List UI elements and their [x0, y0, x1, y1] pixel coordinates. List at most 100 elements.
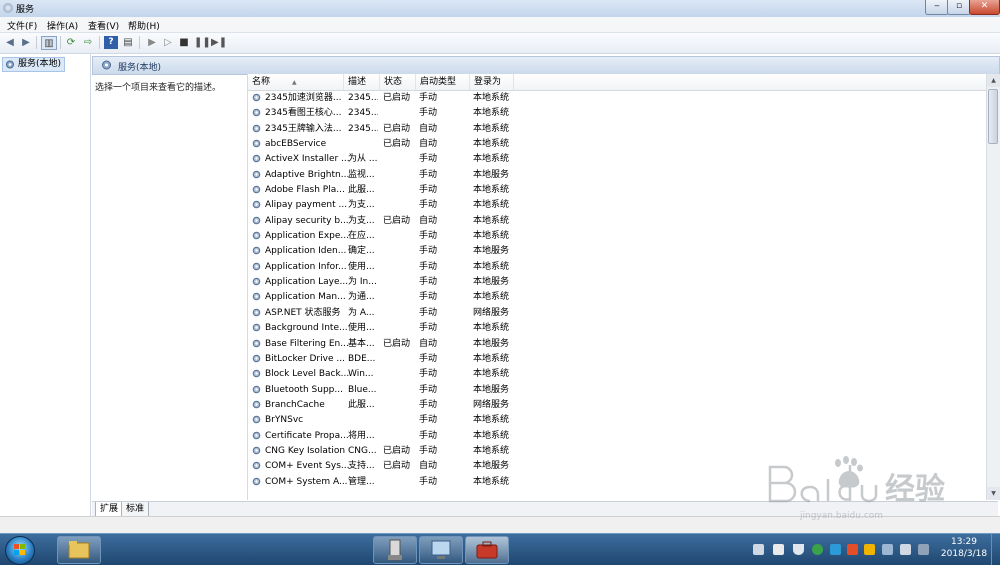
gear-icon — [252, 216, 261, 225]
table-row[interactable]: BrYNSvc 手动 本地系统 — [248, 413, 987, 428]
service-logon-as: 本地系统 — [473, 369, 510, 380]
forward-arrow-icon[interactable]: ▶ — [19, 36, 33, 49]
show-hide-tree-icon[interactable]: ▥ — [41, 36, 57, 50]
service-desc: 为支... — [348, 215, 375, 226]
back-arrow-icon[interactable]: ◀ — [3, 36, 17, 49]
restart-service-icon[interactable]: ▶❚ — [211, 36, 227, 49]
scroll-thumb[interactable] — [988, 89, 998, 144]
tab-standard[interactable]: 标准 — [121, 502, 150, 517]
table-row[interactable]: Alipay security b... 为支... 已启动 自动 本地系统 — [248, 214, 987, 229]
table-row[interactable]: Base Filtering En... 基本... 已启动 自动 本地服务 — [248, 337, 987, 352]
table-row[interactable]: Block Level Back... Win... 手动 本地系统 — [248, 367, 987, 382]
system-clock[interactable]: 13:29 2018/3/18 — [938, 536, 990, 560]
scroll-down-arrow-icon[interactable]: ▼ — [987, 487, 1000, 500]
menu-view[interactable]: 查看(V) — [88, 19, 119, 32]
table-row[interactable]: Application Iden... 确定... 手动 本地服务 — [248, 244, 987, 259]
service-startup-type: 手动 — [419, 292, 438, 303]
maximize-button[interactable]: ▫ — [947, 0, 971, 15]
stop-service-icon[interactable]: ■ — [177, 36, 191, 49]
shield-icon[interactable] — [793, 544, 804, 555]
network-tray-icon[interactable] — [830, 544, 841, 555]
service-startup-type: 手动 — [419, 445, 438, 456]
column-header-description[interactable]: 描述 — [344, 74, 380, 90]
export-list-icon[interactable]: ⇨ — [81, 36, 95, 49]
pause-service-icon[interactable]: ❚❚ — [194, 36, 211, 49]
service-name: Application Expe... — [265, 231, 349, 242]
input-method-icon[interactable] — [773, 544, 784, 555]
table-row[interactable]: Application Expe... 在应... 手动 本地系统 — [248, 229, 987, 244]
toolbar: ◀ ▶ ▥ ⟳ ⇨ ? ▤ ▶ ▷ ■ ❚❚ ▶❚ — [0, 33, 1000, 54]
taskbar-services-button[interactable] — [465, 536, 509, 564]
menu-action[interactable]: 操作(A) — [47, 19, 78, 32]
volume-icon[interactable] — [900, 544, 911, 555]
start-service-icon[interactable]: ▶ — [145, 36, 159, 49]
table-row[interactable]: ASP.NET 状态服务为 A... 手动 网络服务 — [248, 306, 987, 321]
column-header-name[interactable]: 名称 ▲ — [248, 74, 344, 90]
table-row[interactable]: Bluetooth Supp... Blue... 手动 本地服务 — [248, 383, 987, 398]
taskbar-server-manager-button[interactable] — [373, 536, 417, 564]
services-list[interactable]: 名称 ▲ 描述 状态 启动类型 登录为 2345加速浏览器... 2345... 已… — [247, 74, 987, 500]
help-icon[interactable]: ? — [104, 36, 118, 49]
table-row[interactable]: 2345王牌输入法... 2345... 已启动 自动 本地系统 — [248, 122, 987, 137]
minimize-button[interactable]: ‒ — [925, 0, 949, 15]
table-row[interactable]: ActiveX Installer ... 为从 ... 手动 本地系统 — [248, 152, 987, 167]
taskbar-computer-management-button[interactable] — [419, 536, 463, 564]
service-name: Application Iden... — [265, 246, 347, 257]
table-row[interactable]: 2345看图王核心... 2345... 手动 本地系统 — [248, 106, 987, 121]
table-row[interactable]: BitLocker Drive ... BDE... 手动 本地系统 — [248, 352, 987, 367]
table-row[interactable]: 2345加速浏览器... 2345... 已启动 手动 本地系统 — [248, 91, 987, 106]
taskbar-explorer-button[interactable] — [57, 536, 101, 564]
taskbar: 13:29 2018/3/18 — [0, 533, 1000, 565]
service-desc: Blue... — [348, 384, 377, 395]
show-desktop-button[interactable] — [991, 534, 1000, 565]
service-logon-as: 本地服务 — [473, 277, 510, 288]
service-desc: 此服... — [348, 399, 375, 410]
service-logon-as: 本地系统 — [473, 353, 510, 364]
properties-icon[interactable]: ▤ — [121, 36, 135, 49]
table-row[interactable]: BranchCache 此服... 手动 网络服务 — [248, 398, 987, 413]
tree-item-label: 服务(本地) — [18, 59, 62, 69]
table-row[interactable]: Application Laye... 为 In... 手动 本地服务 — [248, 275, 987, 290]
column-header-startup-type[interactable]: 启动类型 — [416, 74, 470, 90]
service-desc: BDE... — [348, 353, 376, 364]
table-row[interactable]: Background Inte... 使用... 手动 本地系统 — [248, 321, 987, 336]
table-row[interactable]: Application Man... 为通... 手动 本地系统 — [248, 290, 987, 305]
column-header-logon-as[interactable]: 登录为 — [470, 74, 514, 90]
service-startup-type: 自动 — [419, 215, 438, 226]
scroll-up-arrow-icon[interactable]: ▲ — [987, 74, 1000, 87]
menu-help[interactable]: 帮助(H) — [128, 19, 160, 32]
table-row[interactable]: Certificate Propa... 将用... 手动 本地系统 — [248, 429, 987, 444]
tree-item-services-local[interactable]: 服务(本地) — [2, 57, 66, 72]
security-tray-icon[interactable] — [812, 544, 823, 555]
refresh-icon[interactable]: ⟳ — [64, 36, 78, 49]
notification-icon[interactable] — [918, 544, 929, 555]
start-button[interactable] — [5, 536, 35, 565]
gear-icon — [252, 293, 261, 301]
column-header-status[interactable]: 状态 — [380, 74, 416, 90]
table-row[interactable]: Adobe Flash Pla... 此服... 手动 本地系统 — [248, 183, 987, 198]
keyboard-icon[interactable] — [753, 544, 764, 555]
table-row[interactable]: abcEBService 已启动 自动 本地系统 — [248, 137, 987, 152]
service-desc: 2345... — [348, 123, 378, 134]
service-name: COM+ Event Sys... — [265, 461, 350, 472]
service-logon-as: 本地系统 — [473, 445, 510, 456]
table-row[interactable]: Alipay payment ... 为支... 手动 本地系统 — [248, 198, 987, 213]
service-logon-as: 本地系统 — [473, 123, 510, 134]
menu-file[interactable]: 文件(F) — [7, 19, 37, 32]
table-row[interactable]: Application Infor... 使用... 手动 本地系统 — [248, 260, 987, 275]
app-tray-icon[interactable] — [847, 544, 858, 555]
service-desc: 基本... — [348, 338, 375, 349]
tab-extended[interactable]: 扩展 — [95, 502, 124, 517]
pause-play-icon[interactable]: ▷ — [161, 36, 175, 49]
table-row[interactable]: Adaptive Brightn... 监视... 手动 本地服务 — [248, 168, 987, 183]
service-logon-as: 网络服务 — [473, 307, 510, 318]
close-button[interactable]: ✕ — [969, 0, 1000, 15]
network-icon[interactable] — [882, 544, 893, 555]
service-startup-type: 自动 — [419, 461, 438, 472]
flag-icon[interactable] — [864, 544, 875, 555]
service-desc: 管理... — [348, 476, 375, 487]
baidu-watermark: 经验 jingyan.baidu.com — [760, 455, 960, 545]
service-startup-type: 自动 — [419, 338, 438, 349]
vertical-scrollbar[interactable]: ▲ ▼ — [986, 74, 1000, 500]
service-name: CNG Key Isolation — [265, 445, 346, 456]
